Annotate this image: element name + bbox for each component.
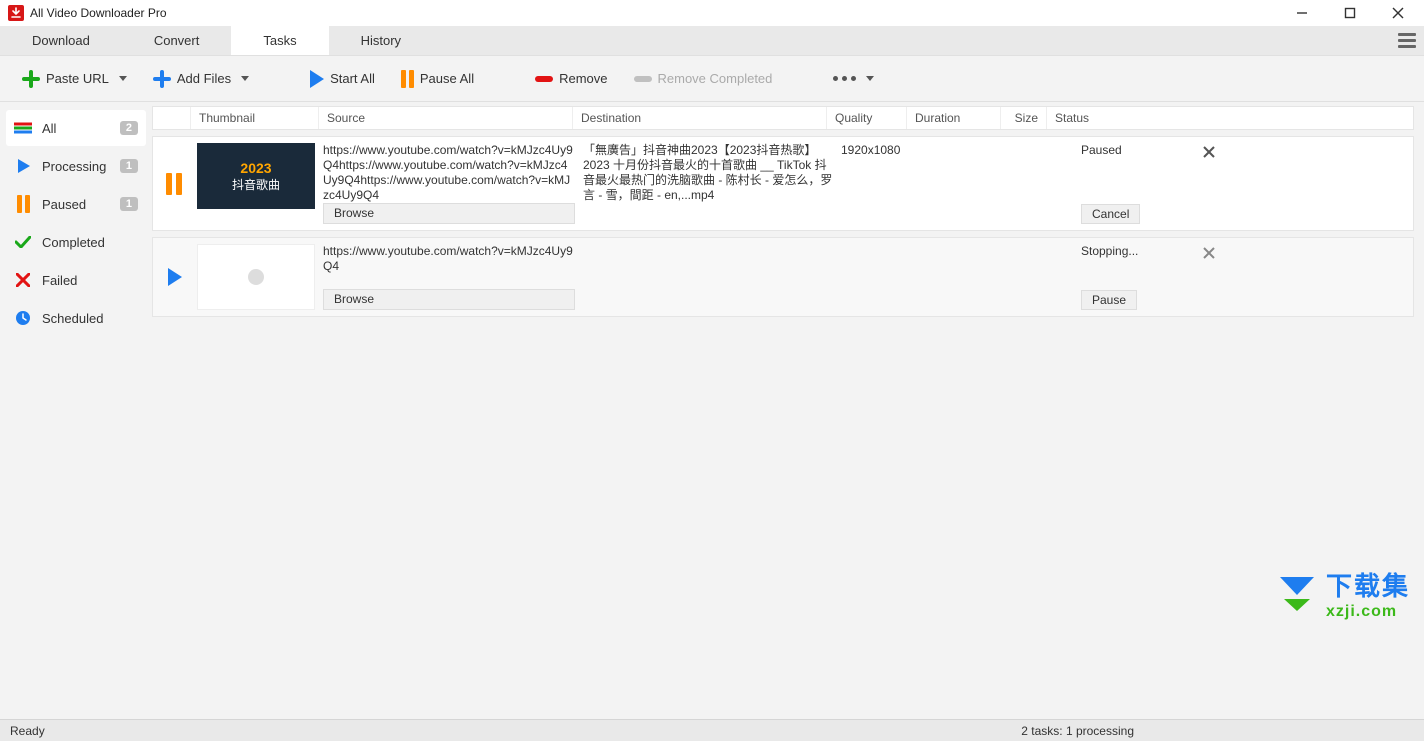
column-header-source[interactable]: Source <box>319 107 573 129</box>
sidebar-item-completed[interactable]: Completed <box>6 224 146 260</box>
row-close-button[interactable] <box>1197 244 1221 310</box>
task-row[interactable]: https://www.youtube.com/watch?v=kMJzc4Uy… <box>152 237 1414 317</box>
window-title: All Video Downloader Pro <box>30 6 167 20</box>
column-header-status[interactable]: Status <box>1047 107 1413 129</box>
add-files-button[interactable]: Add Files <box>145 66 257 92</box>
pause-all-button[interactable]: Pause All <box>393 66 482 92</box>
x-icon <box>14 271 32 289</box>
check-icon <box>14 233 32 251</box>
start-all-label: Start All <box>330 71 375 86</box>
task-size <box>1027 143 1073 224</box>
statusbar: Ready 2 tasks: 1 processing <box>0 719 1424 741</box>
plus-icon <box>22 70 40 88</box>
hamburger-icon <box>1398 33 1416 48</box>
close-button[interactable] <box>1384 1 1412 25</box>
sidebar-item-label: Processing <box>42 159 110 174</box>
cancel-button[interactable]: Cancel <box>1081 204 1140 224</box>
sidebar-item-label: Paused <box>42 197 110 212</box>
sidebar-item-failed[interactable]: Failed <box>6 262 146 298</box>
remove-button[interactable]: Remove <box>527 67 615 90</box>
play-icon <box>310 70 324 88</box>
sidebar-item-all[interactable]: All 2 <box>6 110 146 146</box>
toolbar: Paste URL Add Files Start All Pause All … <box>0 56 1424 102</box>
thumbnail: 2023 抖音歌曲 <box>197 143 315 209</box>
pause-icon <box>159 143 189 224</box>
sidebar: All 2 Processing 1 Paused 1 Completed Fa… <box>0 102 152 719</box>
paste-url-button[interactable]: Paste URL <box>14 66 135 92</box>
task-duration <box>929 143 1019 224</box>
caret-down-icon <box>241 76 249 81</box>
thumbnail-year: 2023 <box>240 160 271 176</box>
tab-download[interactable]: Download <box>0 26 122 55</box>
browse-button[interactable]: Browse <box>323 203 575 224</box>
task-status: Stopping... <box>1081 244 1189 258</box>
remove-completed-button[interactable]: Remove Completed <box>626 67 781 90</box>
add-files-label: Add Files <box>177 71 231 86</box>
row-close-button[interactable] <box>1197 143 1221 224</box>
task-destination <box>583 244 833 310</box>
sidebar-item-scheduled[interactable]: Scheduled <box>6 300 146 336</box>
app-icon <box>8 5 24 21</box>
sidebar-item-label: Scheduled <box>42 311 138 326</box>
sidebar-item-count: 2 <box>120 121 138 135</box>
list-icon <box>14 119 32 137</box>
task-source: https://www.youtube.com/watch?v=kMJzc4Uy… <box>323 143 575 203</box>
paste-url-label: Paste URL <box>46 71 109 86</box>
more-menu-button[interactable] <box>825 72 882 85</box>
play-icon <box>159 244 189 310</box>
thumbnail <box>197 244 315 310</box>
dots-icon <box>833 76 856 81</box>
column-header-thumbnail[interactable]: Thumbnail <box>191 107 319 129</box>
minus-icon <box>535 76 553 82</box>
start-all-button[interactable]: Start All <box>302 66 383 92</box>
sidebar-item-label: Completed <box>42 235 138 250</box>
plus-icon <box>153 70 171 88</box>
status-left: Ready <box>10 724 45 738</box>
play-icon <box>14 157 32 175</box>
browse-button[interactable]: Browse <box>323 289 575 310</box>
task-quality <box>841 244 921 310</box>
sidebar-item-count: 1 <box>120 197 138 211</box>
sidebar-item-count: 1 <box>120 159 138 173</box>
task-duration <box>929 244 1019 310</box>
column-header-quality[interactable]: Quality <box>827 107 907 129</box>
task-source: https://www.youtube.com/watch?v=kMJzc4Uy… <box>323 244 575 274</box>
loading-dot-icon <box>248 269 264 285</box>
minus-icon <box>634 76 652 82</box>
column-header-duration[interactable]: Duration <box>907 107 1001 129</box>
sidebar-item-paused[interactable]: Paused 1 <box>6 186 146 222</box>
minimize-button[interactable] <box>1288 1 1316 25</box>
clock-icon <box>14 309 32 327</box>
maximize-button[interactable] <box>1336 1 1364 25</box>
task-row[interactable]: 2023 抖音歌曲 https://www.youtube.com/watch?… <box>152 136 1414 231</box>
pause-icon <box>14 195 32 213</box>
pause-icon <box>401 70 414 88</box>
pause-button[interactable]: Pause <box>1081 290 1137 310</box>
pause-all-label: Pause All <box>420 71 474 86</box>
tab-tasks[interactable]: Tasks <box>231 26 328 55</box>
caret-down-icon <box>119 76 127 81</box>
sidebar-item-processing[interactable]: Processing 1 <box>6 148 146 184</box>
remove-completed-label: Remove Completed <box>658 71 773 86</box>
task-size <box>1027 244 1073 310</box>
task-list-area: Thumbnail Source Destination Quality Dur… <box>152 102 1424 719</box>
sidebar-item-label: All <box>42 121 110 136</box>
column-header-size[interactable]: Size <box>1001 107 1047 129</box>
column-header-destination[interactable]: Destination <box>573 107 827 129</box>
task-quality: 1920x1080 <box>841 143 921 224</box>
column-header-row: Thumbnail Source Destination Quality Dur… <box>152 106 1414 130</box>
main-tabs: Download Convert Tasks History <box>0 26 1424 56</box>
hamburger-menu-button[interactable] <box>1390 26 1424 55</box>
titlebar: All Video Downloader Pro <box>0 0 1424 26</box>
sidebar-item-label: Failed <box>42 273 138 288</box>
caret-down-icon <box>866 76 874 81</box>
thumbnail-text: 抖音歌曲 <box>232 176 280 193</box>
tab-history[interactable]: History <box>329 26 433 55</box>
task-status: Paused <box>1081 143 1189 157</box>
task-destination: 「無廣告」抖音神曲2023【2023抖音热歌】2023 十月份抖音最火的十首歌曲… <box>583 143 833 224</box>
tab-convert[interactable]: Convert <box>122 26 232 55</box>
status-right: 2 tasks: 1 processing <box>1021 724 1134 738</box>
remove-label: Remove <box>559 71 607 86</box>
